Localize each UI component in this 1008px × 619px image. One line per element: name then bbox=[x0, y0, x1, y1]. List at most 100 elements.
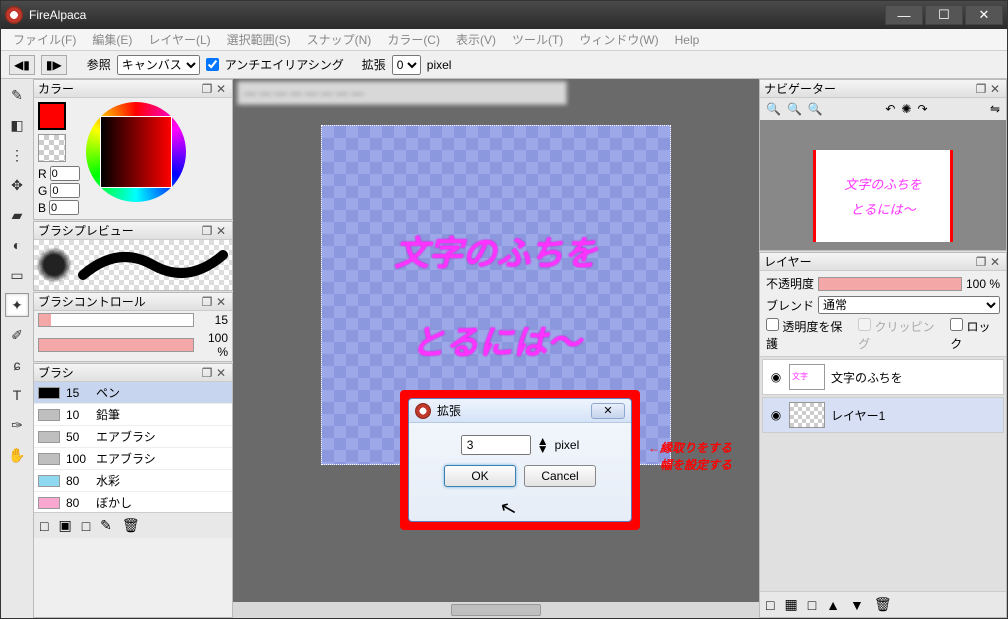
undock-icon[interactable]: ❐ bbox=[200, 224, 214, 238]
undock-icon[interactable]: ❐ bbox=[200, 82, 214, 96]
brush-stroke-preview bbox=[76, 245, 230, 285]
menu-ウィンドウ(W)[interactable]: ウィンドウ(W) bbox=[573, 29, 664, 50]
flip-icon[interactable]: ⇋ bbox=[990, 102, 1000, 116]
footer-icon[interactable]: ▼ bbox=[850, 597, 864, 613]
brush-row[interactable]: 50エアブラシ bbox=[34, 426, 232, 448]
brush-panel: ブラシ ❐✕ 15ペン10鉛筆50エアブラシ100エアブラシ80水彩80ぼかし5… bbox=[33, 363, 233, 618]
close-icon[interactable]: ✕ bbox=[214, 82, 228, 96]
b-input[interactable] bbox=[49, 200, 79, 215]
rotate-left-icon[interactable]: ↶ bbox=[885, 102, 895, 116]
menu-Help[interactable]: Help bbox=[669, 31, 706, 49]
undock-icon[interactable]: ❐ bbox=[200, 295, 214, 309]
move-tool[interactable]: ✥ bbox=[5, 173, 29, 197]
undock-icon[interactable]: ❐ bbox=[974, 255, 988, 269]
footer-icon[interactable]: ✎ bbox=[100, 517, 112, 534]
maximize-button[interactable]: ☐ bbox=[925, 5, 963, 25]
brush-row[interactable]: 80水彩 bbox=[34, 470, 232, 492]
brush-list[interactable]: 15ペン10鉛筆50エアブラシ100エアブラシ80水彩80ぼかし50指先 bbox=[34, 382, 232, 512]
color-wheel[interactable] bbox=[86, 102, 186, 202]
brush-row[interactable]: 15ペン bbox=[34, 382, 232, 404]
close-button[interactable]: ✕ bbox=[965, 5, 1003, 25]
close-icon[interactable]: ✕ bbox=[988, 82, 1002, 96]
eraser-tool[interactable]: ◧ bbox=[5, 113, 29, 137]
menu-選択範囲(S)[interactable]: 選択範囲(S) bbox=[221, 29, 297, 50]
close-icon[interactable]: ✕ bbox=[988, 255, 1002, 269]
rotate-right-icon[interactable]: ↷ bbox=[917, 102, 927, 116]
navigator-view[interactable]: 文字のふちを とるには～ bbox=[760, 120, 1006, 250]
g-input[interactable] bbox=[50, 183, 80, 198]
document-tab[interactable]: — — — — — — — — bbox=[237, 81, 567, 105]
expand-value-input[interactable] bbox=[461, 435, 531, 455]
select-rect-tool[interactable]: ▭ bbox=[5, 263, 29, 287]
nav-back-button[interactable]: ◀▮ bbox=[9, 55, 35, 75]
footer-icon[interactable]: □ bbox=[40, 518, 48, 534]
reference-label: 参照 bbox=[87, 56, 111, 73]
cancel-button[interactable]: Cancel bbox=[524, 465, 596, 487]
expand-select[interactable]: 0 bbox=[392, 55, 421, 75]
footer-icon[interactable]: 🗑 bbox=[874, 596, 892, 613]
spinner-down[interactable]: ▼ bbox=[537, 445, 549, 453]
dialog-close-button[interactable]: ✕ bbox=[591, 403, 625, 419]
layer-item[interactable]: ◉レイヤー1 bbox=[762, 397, 1004, 433]
menu-スナップ(N)[interactable]: スナップ(N) bbox=[301, 29, 378, 50]
ok-button[interactable]: OK bbox=[444, 465, 516, 487]
hand-tool[interactable]: ✋ bbox=[5, 443, 29, 467]
select-pen-tool[interactable]: ✐ bbox=[5, 323, 29, 347]
eyedropper-tool[interactable]: ✑ bbox=[5, 413, 29, 437]
visibility-icon[interactable]: ◉ bbox=[769, 408, 783, 422]
app-icon bbox=[5, 6, 23, 24]
brush-row[interactable]: 10鉛筆 bbox=[34, 404, 232, 426]
brush-panel-footer: □ ▣ □ ✎ 🗑 bbox=[34, 512, 232, 538]
menu-編集(E)[interactable]: 編集(E) bbox=[86, 29, 138, 50]
brush-row[interactable]: 100エアブラシ bbox=[34, 448, 232, 470]
brush-row[interactable]: 80ぼかし bbox=[34, 492, 232, 512]
undock-icon[interactable]: ❐ bbox=[974, 82, 988, 96]
menu-ツール(T)[interactable]: ツール(T) bbox=[506, 29, 569, 50]
brush-size-slider[interactable] bbox=[38, 313, 194, 327]
layer-opacity-slider[interactable] bbox=[818, 277, 962, 291]
zoom-out-icon[interactable]: 🔍 bbox=[787, 102, 802, 116]
rotate-reset-icon[interactable]: ✺ bbox=[901, 102, 911, 116]
visibility-icon[interactable]: ◉ bbox=[769, 370, 783, 384]
reference-select[interactable]: キャンバス bbox=[117, 55, 200, 75]
layer-item[interactable]: ◉文字のふちを bbox=[762, 359, 1004, 395]
magic-wand-tool[interactable]: ✦ bbox=[5, 293, 29, 317]
zoom-fit-icon[interactable]: 🔍 bbox=[808, 102, 823, 116]
menu-表示(V)[interactable]: 表示(V) bbox=[450, 29, 502, 50]
footer-icon[interactable]: ▦ bbox=[784, 596, 797, 613]
r-input[interactable] bbox=[50, 166, 80, 181]
menu-レイヤー(L)[interactable]: レイヤー(L) bbox=[142, 29, 216, 50]
text-tool[interactable]: T bbox=[5, 383, 29, 407]
option-bar: ◀▮ ▮▶ 参照 キャンバス アンチエイリアシング 拡張 0 pixel bbox=[1, 51, 1007, 79]
footer-icon[interactable]: □ bbox=[82, 518, 90, 534]
dot-tool[interactable]: ⋮ bbox=[5, 143, 29, 167]
menu-カラー(C)[interactable]: カラー(C) bbox=[381, 29, 446, 50]
gradient-tool[interactable]: ◐ bbox=[5, 233, 29, 257]
horizontal-scrollbar[interactable] bbox=[233, 602, 759, 618]
minimize-button[interactable]: — bbox=[885, 5, 923, 25]
footer-icon[interactable]: 🗑 bbox=[122, 517, 140, 534]
canvas-text-2: とるには～ bbox=[411, 315, 581, 364]
blend-select[interactable]: 通常 bbox=[818, 296, 1000, 314]
brush-opacity-slider[interactable] bbox=[38, 338, 194, 352]
footer-icon[interactable]: ▲ bbox=[826, 597, 840, 613]
footer-icon[interactable]: □ bbox=[808, 597, 816, 613]
brush-tool[interactable]: ✎ bbox=[5, 83, 29, 107]
close-icon[interactable]: ✕ bbox=[214, 366, 228, 380]
footer-icon[interactable]: ▣ bbox=[58, 517, 71, 534]
undock-icon[interactable]: ❐ bbox=[200, 366, 214, 380]
layer-list[interactable]: ◉文字のふちを◉レイヤー1 bbox=[760, 357, 1006, 591]
background-swatch[interactable] bbox=[38, 134, 66, 162]
nav-fwd-button[interactable]: ▮▶ bbox=[41, 55, 67, 75]
zoom-in-icon[interactable]: 🔍 bbox=[766, 102, 781, 116]
menu-ファイル(F)[interactable]: ファイル(F) bbox=[7, 29, 82, 50]
close-icon[interactable]: ✕ bbox=[214, 295, 228, 309]
footer-icon[interactable]: □ bbox=[766, 597, 774, 613]
fill-tool[interactable]: ▰ bbox=[5, 203, 29, 227]
lasso-tool[interactable]: ɕ bbox=[5, 353, 29, 377]
protect-alpha-checkbox[interactable] bbox=[766, 318, 779, 331]
foreground-swatch[interactable] bbox=[38, 102, 66, 130]
lock-checkbox[interactable] bbox=[950, 318, 963, 331]
antialias-checkbox[interactable] bbox=[206, 58, 219, 71]
close-icon[interactable]: ✕ bbox=[214, 224, 228, 238]
